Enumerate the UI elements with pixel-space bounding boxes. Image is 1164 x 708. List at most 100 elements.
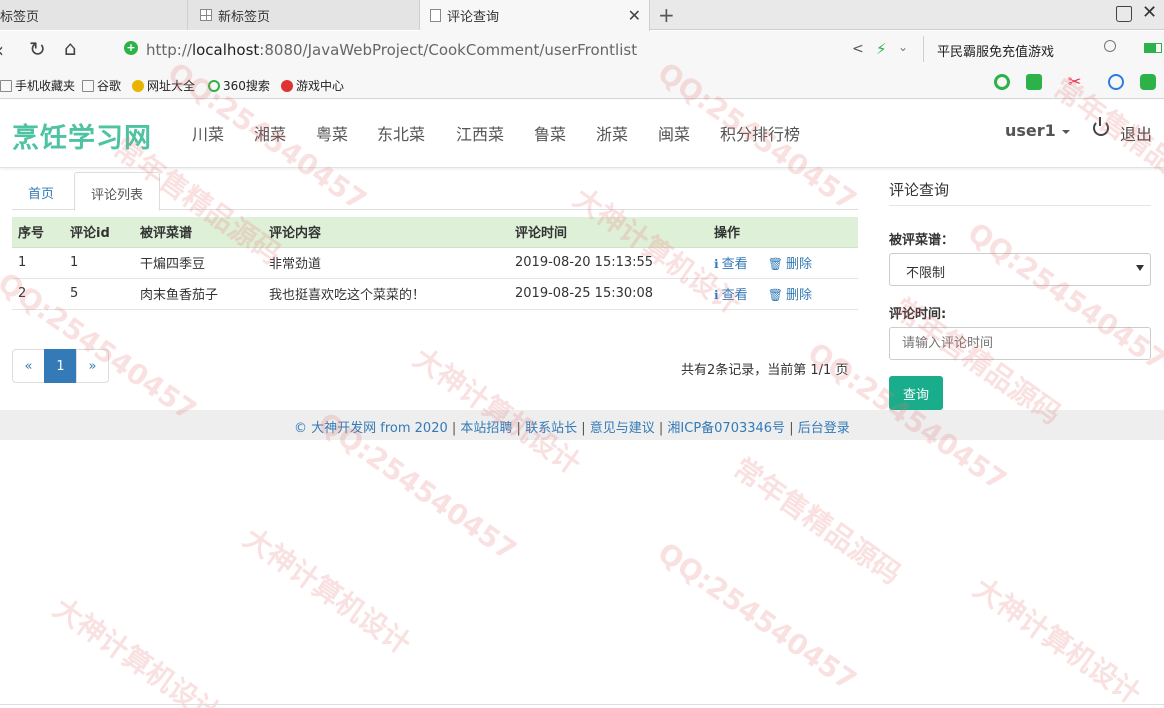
translate-icon[interactable] (1026, 74, 1042, 90)
watermark: 大神计算机设计 (47, 591, 227, 708)
nav-jiangxi[interactable]: 江西菜 (456, 121, 504, 145)
search-suggestion[interactable]: 平民霸服免充值游戏 (937, 41, 1054, 60)
footer-copyright[interactable]: © 大神开发网 from 2020 (294, 421, 448, 436)
watermark: 常年售精品源码 (727, 451, 907, 591)
user-menu[interactable]: user1 (1005, 121, 1070, 140)
browser-tab-1[interactable]: 标签页 (0, 0, 188, 30)
bookmark-360[interactable]: 360搜索 (208, 77, 270, 94)
site-header: 烹饪学习网 川菜 湘菜 粤菜 东北菜 江西菜 鲁菜 浙菜 闽菜 积分排行榜 us… (0, 100, 1164, 168)
lightning-icon[interactable]: ⚡ (876, 40, 887, 58)
record-info: 共有2条记录，当前第 1/1 页 (681, 363, 849, 378)
bookmark-mobile[interactable]: 手机收藏夹 (0, 77, 75, 94)
col-id: 评论id (64, 217, 134, 248)
tab-comment-list[interactable]: 评论列表 (74, 172, 161, 211)
close-icon[interactable]: ✕ (628, 6, 641, 25)
nav-ranking[interactable]: 积分排行榜 (720, 121, 800, 145)
folder-icon (0, 79, 12, 92)
caret-down-icon (1061, 129, 1070, 134)
nav-xiang[interactable]: 湘菜 (254, 121, 286, 145)
360-icon (208, 79, 220, 92)
url-field[interactable]: http://localhost:8080/JavaWebProject/Coo… (146, 41, 637, 59)
footer-link-feedback[interactable]: 意见与建议 (590, 421, 655, 436)
power-icon[interactable] (1093, 117, 1109, 136)
bookmark-games[interactable]: 游戏中心 (281, 77, 344, 94)
col-time: 评论时间 (509, 217, 708, 248)
nav-zhe[interactable]: 浙菜 (596, 121, 628, 145)
footer-link-icp[interactable]: 湘ICP备0703346号 (667, 421, 785, 436)
divider (923, 36, 924, 62)
pager-page-1[interactable]: 1 (44, 349, 77, 383)
cell-actions: ℹ 查看 🗑 删除 (708, 247, 858, 279)
footer-link-admin[interactable]: 后台登录 (798, 421, 850, 436)
nav-lu[interactable]: 鲁菜 (534, 121, 566, 145)
view-link[interactable]: ℹ 查看 (714, 257, 748, 272)
nav-yue[interactable]: 粤菜 (316, 121, 348, 145)
watermark: QQ:254540457 (651, 535, 863, 698)
gamepad-icon[interactable] (1140, 74, 1156, 90)
chevron-down-icon[interactable]: ⌄ (898, 40, 908, 54)
tab-home[interactable]: 首页 (12, 172, 70, 210)
time-label: 评论时间: (889, 307, 947, 322)
chevron-down-icon (1136, 265, 1144, 271)
comment-time-input[interactable] (889, 327, 1151, 360)
page-icon (430, 9, 441, 22)
view-link[interactable]: ℹ 查看 (714, 288, 748, 303)
reload-icon[interactable]: ↻ (29, 39, 46, 59)
nav-dongbei[interactable]: 东北菜 (377, 121, 425, 145)
info-icon: ℹ (714, 288, 719, 302)
table-header-row: 序号 评论id 被评菜谱 评论内容 评论时间 操作 (12, 217, 858, 248)
browser-tabbar: 标签页 新标签页 评论查询 ✕ + ✕ (0, 0, 1164, 31)
delete-link[interactable]: 🗑 删除 (768, 257, 812, 272)
logout-link[interactable]: 退出 (1120, 121, 1152, 145)
divider (889, 205, 1151, 206)
share-icon[interactable]: < (852, 41, 864, 57)
col-recipe: 被评菜谱 (134, 217, 263, 248)
site-footer: © 大神开发网 from 2020 | 本站招聘 | 联系站长 | 意见与建议 … (0, 410, 1164, 440)
new-tab-button[interactable]: + (658, 3, 675, 27)
footer-link-jobs[interactable]: 本站招聘 (460, 421, 512, 436)
browser-tab-active[interactable]: 评论查询 ✕ (420, 0, 650, 31)
page-icon (82, 79, 94, 92)
footer-link-contact[interactable]: 联系站长 (525, 421, 577, 436)
trash-icon: 🗑 (767, 288, 783, 302)
bookmark-google[interactable]: 谷歌 (82, 77, 121, 94)
chat-icon[interactable] (994, 74, 1010, 90)
globe-icon (132, 79, 144, 92)
footer-links: © 大神开发网 from 2020 | 本站招聘 | 联系站长 | 意见与建议 … (294, 421, 850, 436)
window-close-icon[interactable]: ✕ (1142, 2, 1157, 23)
site-logo[interactable]: 烹饪学习网 (12, 116, 152, 155)
content-tabs: 首页 评论列表 (12, 172, 858, 211)
cell-time: 2019-08-20 15:13:55 (509, 247, 708, 279)
cell-id: 1 (64, 247, 134, 279)
watermark: 大神计算机设计 (237, 521, 417, 661)
recipe-label: 被评菜谱： (889, 233, 955, 248)
browser-tab-2[interactable]: 新标签页 (188, 0, 420, 30)
tab-label: 评论查询 (447, 10, 500, 25)
recipe-select[interactable]: 不限制 (889, 253, 1151, 286)
pager-prev[interactable]: « (12, 349, 45, 383)
cell-content: 我也挺喜欢吃这个菜菜的！ (263, 278, 509, 310)
col-no: 序号 (12, 217, 64, 248)
back-icon[interactable]: ‹ (0, 40, 4, 60)
pagination: « 1 » (12, 349, 109, 383)
trash-icon: 🗑 (767, 257, 783, 271)
cell-no: 2 (12, 278, 64, 310)
delete-link[interactable]: 🗑 删除 (768, 288, 812, 303)
game-icon (281, 79, 293, 92)
table-row: 1 1 干煸四季豆 非常劲道 2019-08-20 15:13:55 ℹ 查看 🗑… (12, 247, 858, 279)
pager-next[interactable]: » (76, 349, 109, 383)
home-icon[interactable]: ⌂ (64, 38, 77, 58)
info-icon: ℹ (714, 257, 719, 271)
magnifier-icon[interactable] (1108, 74, 1124, 90)
bookmark-hao[interactable]: 网址大全 (132, 77, 195, 94)
nav-min[interactable]: 闽菜 (658, 121, 690, 145)
comment-table: 序号 评论id 被评菜谱 评论内容 评论时间 操作 1 1 干煸四季豆 非常劲道… (12, 217, 858, 310)
divider (0, 704, 1164, 705)
query-button[interactable]: 查询 (889, 376, 943, 410)
search-icon[interactable] (1104, 40, 1116, 52)
nav-chuan[interactable]: 川菜 (192, 121, 224, 145)
scissors-icon[interactable]: ✂ (1068, 74, 1084, 90)
skin-icon[interactable] (1116, 6, 1132, 22)
query-panel-title: 评论查询 (889, 181, 950, 199)
security-shield-icon[interactable]: + (124, 41, 138, 55)
